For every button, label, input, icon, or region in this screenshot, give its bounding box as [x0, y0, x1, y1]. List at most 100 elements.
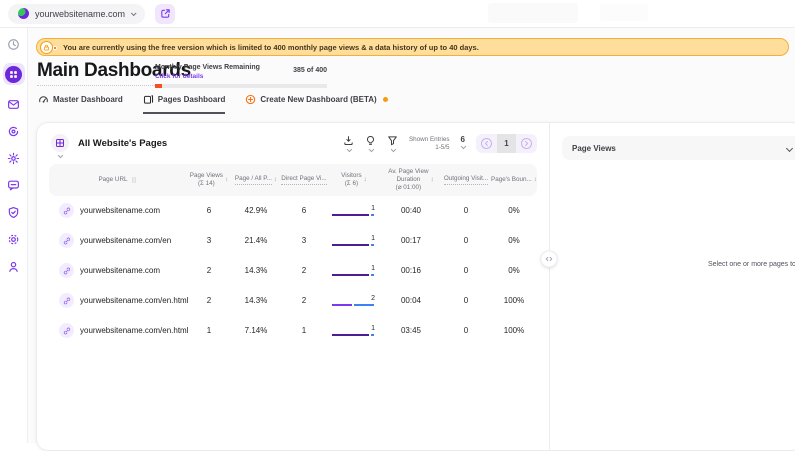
table-title: All Website's Pages — [78, 138, 167, 149]
duration-value: 03:45 — [381, 326, 441, 335]
outgoing-value: 0 — [441, 326, 491, 335]
table-row[interactable]: yourwebsitename.com/en.html 2 14.3% 2 2 … — [49, 286, 537, 316]
page-url: yourwebsitename.com — [80, 266, 160, 275]
page-share-value: 21.4% — [231, 236, 281, 245]
link-icon — [59, 203, 74, 218]
metric-dropdown[interactable]: Page Views — [562, 136, 795, 160]
panel-resize-handle[interactable] — [541, 251, 558, 268]
visitors-sparkline: 1 — [332, 325, 376, 337]
top-bar: yourwebsitename.com — [0, 0, 795, 28]
settings-gear-icon[interactable] — [6, 231, 22, 247]
chevron-down-icon — [131, 10, 137, 16]
quota-progress-fill — [155, 84, 162, 88]
shown-entries-label: Shown Entries — [409, 136, 450, 144]
history-icon[interactable] — [6, 36, 22, 52]
page-share-value: 14.3% — [231, 266, 281, 275]
duration-value: 00:04 — [381, 296, 441, 305]
tab-pages-dashboard[interactable]: Pages Dashboard — [143, 94, 226, 114]
filter-icon — [387, 135, 398, 146]
chevron-down-icon — [347, 147, 352, 152]
direct-views-value: 1 — [281, 326, 327, 335]
columns-icon — [130, 176, 138, 184]
column-label: Av. Page View — [388, 168, 428, 176]
previous-page-button[interactable] — [476, 134, 497, 153]
table-grid-icon — [51, 134, 69, 152]
sort-icon[interactable]: ↕ — [431, 176, 434, 184]
arrow-right-circle-icon — [520, 137, 533, 150]
inbox-icon[interactable] — [6, 96, 22, 112]
page-url: yourwebsitename.com — [80, 206, 160, 215]
table-row[interactable]: yourwebsitename.com 6 42.9% 6 1 00:40 0 … — [49, 196, 537, 226]
column-outgoing[interactable]: Outgoing Visit... — [441, 175, 491, 185]
column-visitors[interactable]: Visitors(Σ 6) ↕ — [327, 172, 381, 188]
page-views-panel: Page Views Select one or more pages to v — [549, 123, 795, 450]
link-icon — [59, 293, 74, 308]
tab-master-dashboard[interactable]: Master Dashboard — [38, 94, 123, 112]
sort-icon[interactable]: ↕ — [534, 176, 537, 184]
page-views-value: 3 — [187, 236, 231, 245]
metric-label: Page Views — [572, 144, 616, 153]
bounce-value: 0% — [491, 206, 537, 215]
column-page-share[interactable]: Page / All P... ↕ — [231, 175, 281, 185]
column-page-url[interactable]: Page URL — [49, 176, 187, 184]
sort-icon[interactable]: ↕ — [274, 176, 277, 184]
link-icon — [59, 263, 74, 278]
duration-value: 00:16 — [381, 266, 441, 275]
column-label: Direct Page Vi... — [281, 175, 326, 185]
chat-icon[interactable] — [6, 177, 22, 193]
events-icon[interactable] — [6, 150, 22, 166]
outgoing-value: 0 — [441, 266, 491, 275]
tab-label: Master Dashboard — [53, 95, 123, 104]
sessions-icon[interactable] — [6, 123, 22, 139]
column-duration[interactable]: Av. Page ViewDuration(⌀ 01:00) ↕ — [381, 168, 441, 192]
column-direct-views[interactable]: Direct Page Vi... — [281, 175, 327, 185]
alert-dot — [53, 46, 58, 51]
visitors-value: 1 — [332, 265, 376, 273]
sort-icon[interactable]: ↕ — [225, 176, 228, 184]
table-row[interactable]: yourwebsitename.com 2 14.3% 2 1 00:16 0 … — [49, 256, 537, 286]
chevron-down-icon — [58, 153, 63, 158]
site-favicon — [18, 8, 29, 19]
direct-views-value: 6 — [281, 206, 327, 215]
shield-check-icon[interactable] — [6, 204, 22, 220]
filter-button[interactable] — [387, 134, 398, 152]
sidebar — [0, 28, 28, 443]
page-share-value: 7.14% — [231, 326, 281, 335]
column-bounce[interactable]: Page's Boun... ↕ — [491, 176, 537, 184]
export-button[interactable] — [343, 134, 354, 152]
page-views-value: 2 — [187, 296, 231, 305]
site-selector[interactable]: yourwebsitename.com — [8, 4, 145, 24]
pages-icon — [143, 94, 154, 105]
direct-views-value: 2 — [281, 296, 327, 305]
tab-create-new-dashboard[interactable]: Create New Dashboard (BETA) — [245, 94, 387, 112]
visitors-value: 1 — [332, 205, 376, 213]
tab-label: Pages Dashboard — [158, 95, 226, 104]
current-page[interactable]: 1 — [497, 134, 516, 153]
dashboard-tabs: Master Dashboard Pages Dashboard Create … — [38, 94, 388, 114]
dashboard-card: All Website's Pages Sho — [36, 122, 795, 451]
site-domain: yourwebsitename.com — [35, 9, 125, 19]
gauge-icon — [38, 94, 49, 105]
quota-progress-bar — [155, 84, 327, 88]
chevron-down-icon — [391, 147, 396, 152]
quota-details-link[interactable]: Click for details — [155, 73, 260, 80]
page-size-selector[interactable]: 6 — [461, 134, 465, 149]
shown-entries: Shown Entries 1-5/5 — [409, 134, 450, 152]
sort-icon[interactable]: ↕ — [364, 176, 367, 184]
table-type-selector[interactable] — [51, 134, 69, 158]
insights-button[interactable] — [365, 134, 376, 152]
open-site-button[interactable] — [155, 4, 175, 24]
sidebar-item-dashboards[interactable] — [3, 63, 25, 85]
column-label: Outgoing Visit... — [444, 175, 488, 185]
next-page-button[interactable] — [516, 134, 537, 153]
column-sublabel: (⌀ 01:00) — [388, 184, 428, 192]
visitors-sparkline: 2 — [332, 295, 376, 307]
outgoing-value: 0 — [441, 206, 491, 215]
banner-text: You are currently using the free version… — [63, 43, 479, 52]
table-row[interactable]: yourwebsitename.com/en.html 1 7.14% 1 1 … — [49, 316, 537, 346]
visitors-sparkline: 1 — [332, 235, 376, 247]
column-page-views[interactable]: Page Views(Σ 14) ↕ — [187, 172, 231, 188]
table-row[interactable]: yourwebsitename.com/en 3 21.4% 3 1 00:17… — [49, 226, 537, 256]
profile-icon[interactable] — [6, 258, 22, 274]
page-url: yourwebsitename.com/en — [80, 236, 171, 245]
